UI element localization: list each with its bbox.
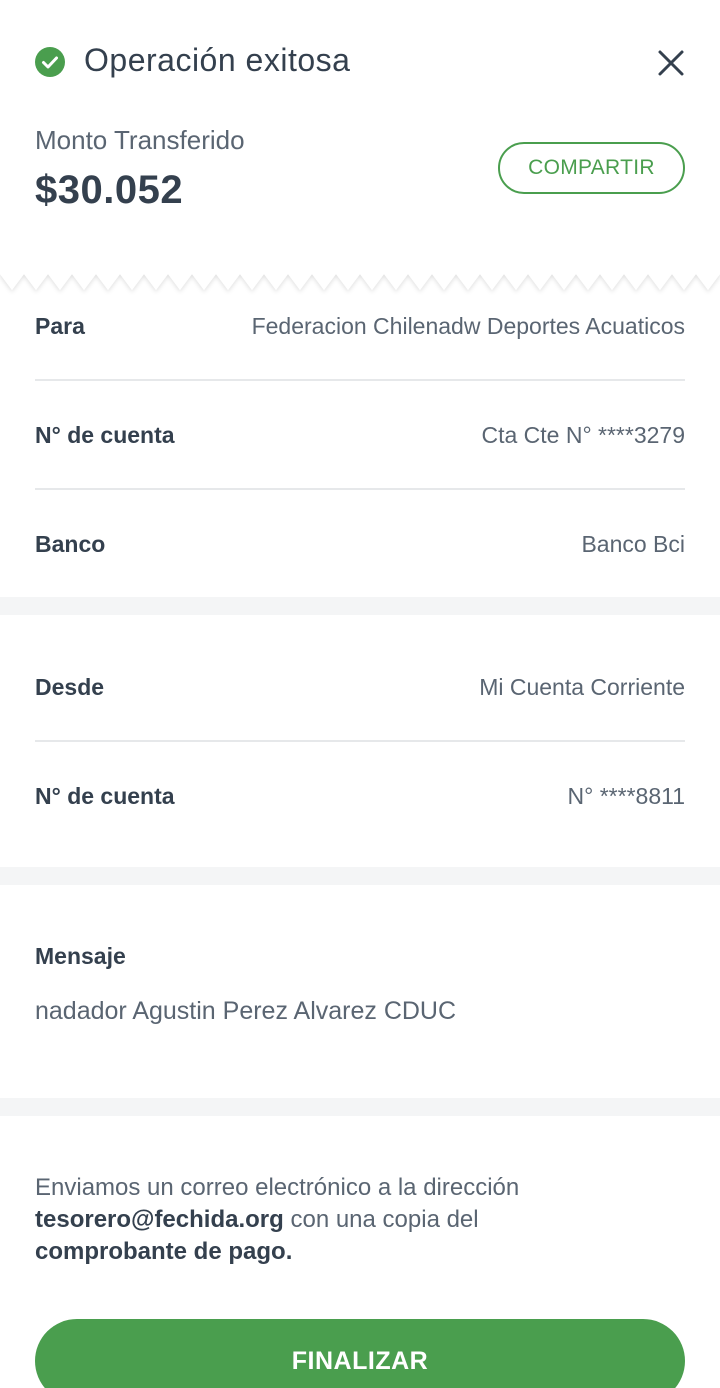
notice-middle: con una copia del: [290, 1206, 479, 1233]
section-separator: [0, 597, 720, 615]
bank-row: Banco Banco Bci: [35, 526, 685, 562]
section-separator: [0, 1098, 720, 1116]
divider: [35, 740, 685, 742]
recipient-account-value: Cta Cte N° ****3279: [481, 421, 685, 448]
transferred-amount: $30.052: [35, 168, 184, 212]
receipt-zigzag-edge: [0, 268, 720, 290]
origin-account-value: N° ****8811: [567, 782, 685, 809]
section-separator: [0, 867, 720, 885]
origin-label: Desde: [35, 673, 105, 700]
finish-button[interactable]: FINALIZAR: [35, 1319, 685, 1388]
page-title: Operación exitosa: [84, 42, 351, 78]
message-label: Mensaje: [35, 943, 126, 969]
transfer-success-screen: Operación exitosa Monto Transferido $30.…: [0, 0, 720, 1388]
message-text: nadador Agustin Perez Alvarez CDUC: [35, 997, 457, 1025]
notice-email: tesorero@fechida.org: [35, 1206, 284, 1233]
amount-label: Monto Transferido: [35, 125, 245, 155]
notice-prefix: Enviamos un correo electrónico a la dire…: [35, 1174, 520, 1201]
notice-document: comprobante de pago.: [35, 1238, 293, 1265]
origin-account-label: N° de cuenta: [35, 782, 175, 809]
bank-value: Banco Bci: [581, 530, 685, 557]
close-icon[interactable]: [654, 46, 688, 80]
recipient-row: Para Federacion Chilenadw Deportes Acuat…: [35, 308, 685, 344]
origin-account-row: N° de cuenta N° ****8811: [35, 778, 685, 814]
bank-label: Banco: [35, 530, 106, 557]
origin-value: Mi Cuenta Corriente: [479, 673, 685, 700]
recipient-account-row: N° de cuenta Cta Cte N° ****3279: [35, 417, 685, 453]
recipient-value: Federacion Chilenadw Deportes Acuaticos: [251, 312, 685, 339]
share-button[interactable]: COMPARTIR: [498, 142, 685, 194]
divider: [35, 488, 685, 490]
recipient-account-label: N° de cuenta: [35, 421, 175, 448]
email-notice: Enviamos un correo electrónico a la dire…: [35, 1172, 685, 1268]
origin-row: Desde Mi Cuenta Corriente: [35, 669, 685, 705]
divider: [35, 379, 685, 381]
success-header: Operación exitosa Monto Transferido $30.…: [0, 0, 720, 290]
check-circle-icon: [35, 47, 65, 77]
recipient-label: Para: [35, 312, 85, 339]
